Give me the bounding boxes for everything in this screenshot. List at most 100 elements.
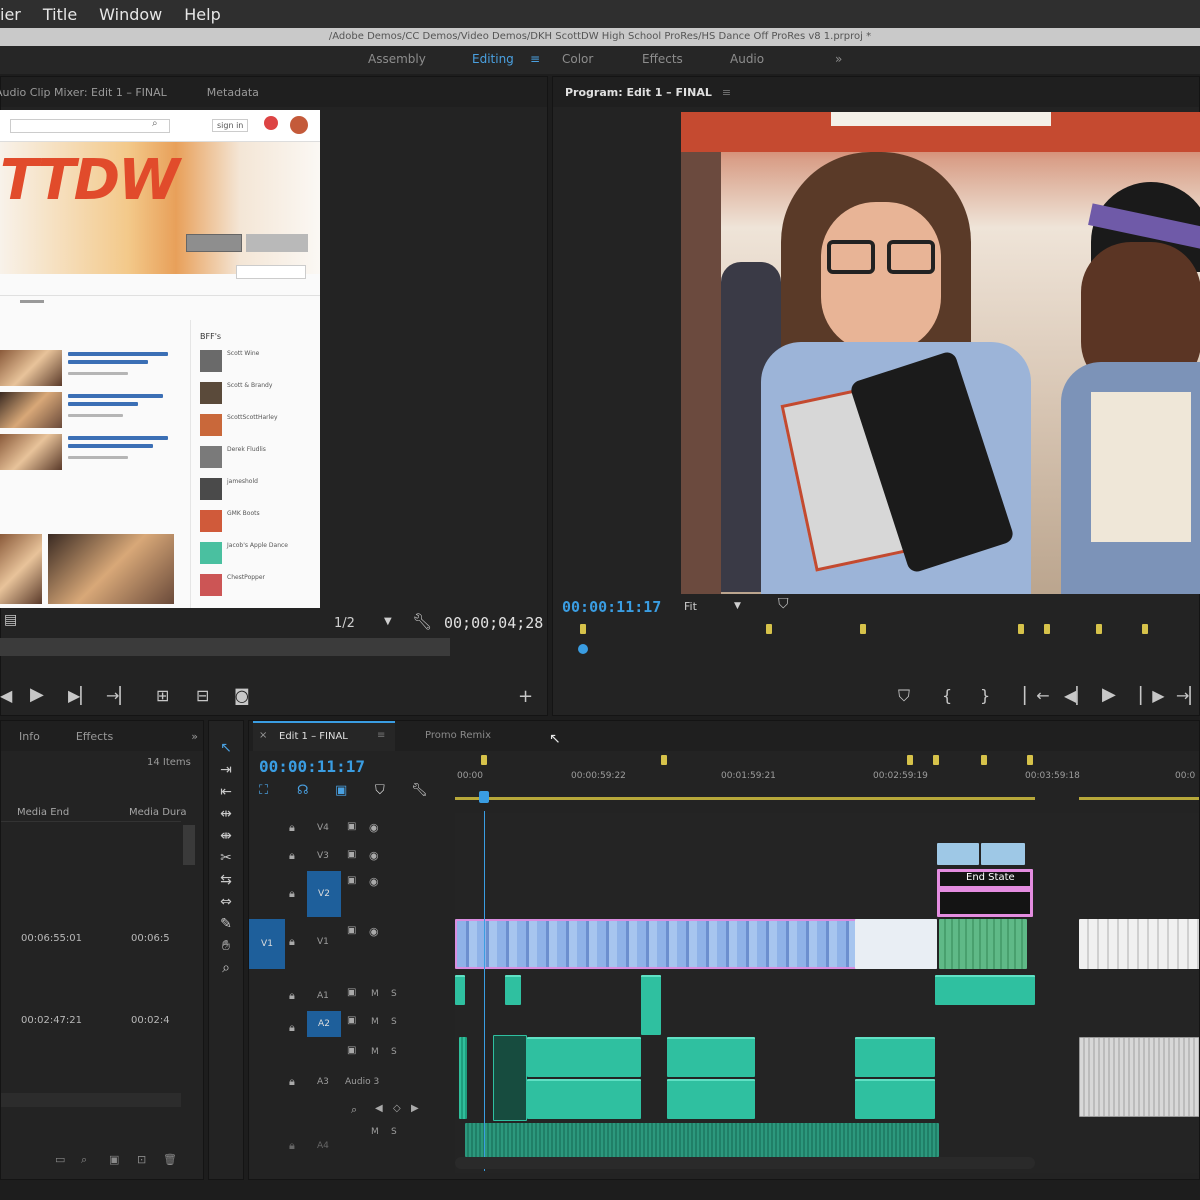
mark-out-icon[interactable]: }	[980, 686, 990, 705]
step-back-icon[interactable]: ◀	[0, 686, 12, 705]
eye-icon[interactable]: ◉	[369, 849, 379, 862]
wrench-icon[interactable]: 🔧︎	[411, 783, 428, 798]
marker[interactable]	[580, 624, 586, 634]
search-icon[interactable]: ⌕	[81, 1153, 87, 1167]
mute-button[interactable]: M	[371, 1047, 379, 1057]
playhead-line[interactable]	[484, 811, 485, 1171]
tab-edit-1-final[interactable]: × Edit 1 – FINAL ≡	[253, 721, 395, 751]
track-target-v2[interactable]: V2	[307, 871, 341, 917]
mute-button[interactable]: M	[371, 989, 379, 999]
menu-item-sequence[interactable]: ier	[0, 5, 21, 24]
audio-clip[interactable]	[493, 1035, 527, 1121]
marker[interactable]	[661, 755, 667, 765]
audio-clip[interactable]	[935, 975, 1035, 1005]
lock-icon[interactable]: 🔒︎	[289, 1075, 295, 1089]
tab-info[interactable]: Info	[19, 730, 40, 743]
previous-keyframe-icon[interactable]: ◀	[375, 1103, 383, 1114]
timeline-timecode[interactable]: 00:00:11:17	[259, 757, 365, 776]
workspace-assembly[interactable]: Assembly	[368, 52, 426, 66]
add-marker-icon[interactable]: ⛉	[375, 783, 385, 798]
menu-item-window[interactable]: Window	[99, 5, 162, 24]
panel-menu-icon[interactable]: ≡	[377, 730, 385, 741]
sync-lock-icon[interactable]: ▣	[347, 849, 356, 860]
eye-icon[interactable]: ◉	[369, 925, 379, 938]
step-forward-icon[interactable]: ▏▶	[1140, 686, 1165, 705]
zoom-tool-icon[interactable]: ⌕	[214, 957, 238, 979]
source-timecode[interactable]: 00;00;04;28	[444, 614, 543, 632]
scrollbar[interactable]	[183, 825, 195, 865]
track-target-a2[interactable]: A2	[307, 1011, 341, 1037]
lock-icon[interactable]: 🔒︎	[289, 989, 295, 1003]
lock-icon[interactable]: 🔒︎	[289, 1139, 295, 1153]
audio-clip[interactable]	[855, 1079, 935, 1119]
sync-lock-icon[interactable]: ▣	[347, 875, 356, 886]
marker[interactable]	[1044, 624, 1050, 634]
tab-effects[interactable]: Effects	[76, 730, 113, 743]
sync-lock-icon[interactable]: ▣	[347, 821, 356, 832]
trash-icon[interactable]: 🗑︎	[163, 1153, 177, 1166]
menu-item-title[interactable]: Title	[43, 5, 77, 24]
solo-button[interactable]: S	[391, 1047, 397, 1057]
marker[interactable]	[481, 755, 487, 765]
audio-clip[interactable]	[465, 1123, 939, 1157]
play-button[interactable]: ▶	[30, 684, 44, 705]
tab-promo-remix[interactable]: Promo Remix	[425, 730, 491, 741]
pen-tool-icon[interactable]: ✎	[214, 913, 238, 935]
overwrite-icon[interactable]: ⊟	[196, 686, 209, 705]
horizontal-scrollbar[interactable]	[1, 1093, 181, 1107]
nest-icon[interactable]: ▣	[335, 783, 347, 798]
mark-in-icon[interactable]: {	[942, 686, 952, 705]
marker[interactable]	[1096, 624, 1102, 634]
new-item-icon[interactable]: ⊡	[137, 1153, 146, 1166]
list-view-icon[interactable]: ▭	[55, 1153, 65, 1166]
add-marker-icon[interactable]: ⛉	[898, 686, 910, 706]
solo-button[interactable]: S	[391, 1017, 397, 1027]
step-forward-icon[interactable]: ▶▏	[68, 686, 93, 705]
insert-icon[interactable]: ⊞	[156, 686, 169, 705]
solo-button[interactable]: S	[391, 1127, 397, 1137]
audio-clip[interactable]	[527, 1079, 641, 1119]
video-clip[interactable]	[1079, 919, 1199, 969]
workspace-audio[interactable]: Audio	[730, 52, 764, 66]
source-resolution-select[interactable]: 1/2	[334, 616, 355, 631]
lock-icon[interactable]: 🔒︎	[289, 849, 295, 863]
program-zoom-select[interactable]: Fit	[684, 600, 697, 613]
ripple-edit-tool-icon[interactable]: ⇤	[214, 781, 238, 803]
next-keyframe-icon[interactable]: ▶	[411, 1103, 419, 1114]
sync-lock-icon[interactable]: ▣	[347, 1015, 356, 1026]
workspace-color[interactable]: Color	[562, 52, 593, 66]
column-header-media-duration[interactable]: Media Dura	[129, 807, 187, 818]
mute-button[interactable]: M	[371, 1017, 379, 1027]
lock-icon[interactable]: 🔒︎	[289, 935, 295, 949]
eye-icon[interactable]: ◉	[369, 875, 379, 888]
play-button[interactable]: ▶	[1102, 684, 1116, 705]
add-button-icon[interactable]: +	[518, 686, 533, 707]
audio-clip[interactable]	[641, 975, 661, 1035]
linked-selection-icon[interactable]: ☊	[297, 783, 309, 798]
timeline-horizontal-scrollbar[interactable]	[455, 1157, 1035, 1169]
sync-lock-icon[interactable]: ▣	[347, 987, 356, 998]
timeline-tracks-area[interactable]: End State	[455, 811, 1199, 1173]
track-select-tool-icon[interactable]: ⇥	[214, 759, 238, 781]
go-to-out-icon[interactable]: →▏	[106, 686, 132, 705]
audio-clip[interactable]	[1079, 1037, 1199, 1117]
workspace-more-button[interactable]: »	[835, 52, 842, 66]
workspace-editing[interactable]: Editing	[472, 52, 514, 66]
eye-icon[interactable]: ◉	[369, 821, 379, 834]
panel-more-button[interactable]: »	[191, 730, 198, 743]
marker[interactable]	[907, 755, 913, 765]
step-back-icon[interactable]: ◀▏	[1064, 686, 1089, 705]
snap-icon[interactable]: ⛶	[259, 783, 268, 798]
menu-item-help[interactable]: Help	[184, 5, 220, 24]
marker[interactable]	[933, 755, 939, 765]
audio-clip[interactable]	[455, 975, 465, 1005]
audio-clip[interactable]	[855, 1037, 935, 1077]
chevron-down-icon[interactable]: ▼	[384, 616, 392, 627]
slide-tool-icon[interactable]: ⇔	[214, 891, 238, 913]
new-bin-icon[interactable]: ▣	[109, 1153, 119, 1166]
wrench-icon[interactable]: 🔧︎	[412, 612, 432, 631]
playhead-handle[interactable]	[479, 791, 489, 803]
tab-program-monitor[interactable]: Program: Edit 1 – FINAL	[565, 86, 712, 99]
video-clip[interactable]	[981, 843, 1025, 865]
video-clip[interactable]	[937, 843, 979, 865]
